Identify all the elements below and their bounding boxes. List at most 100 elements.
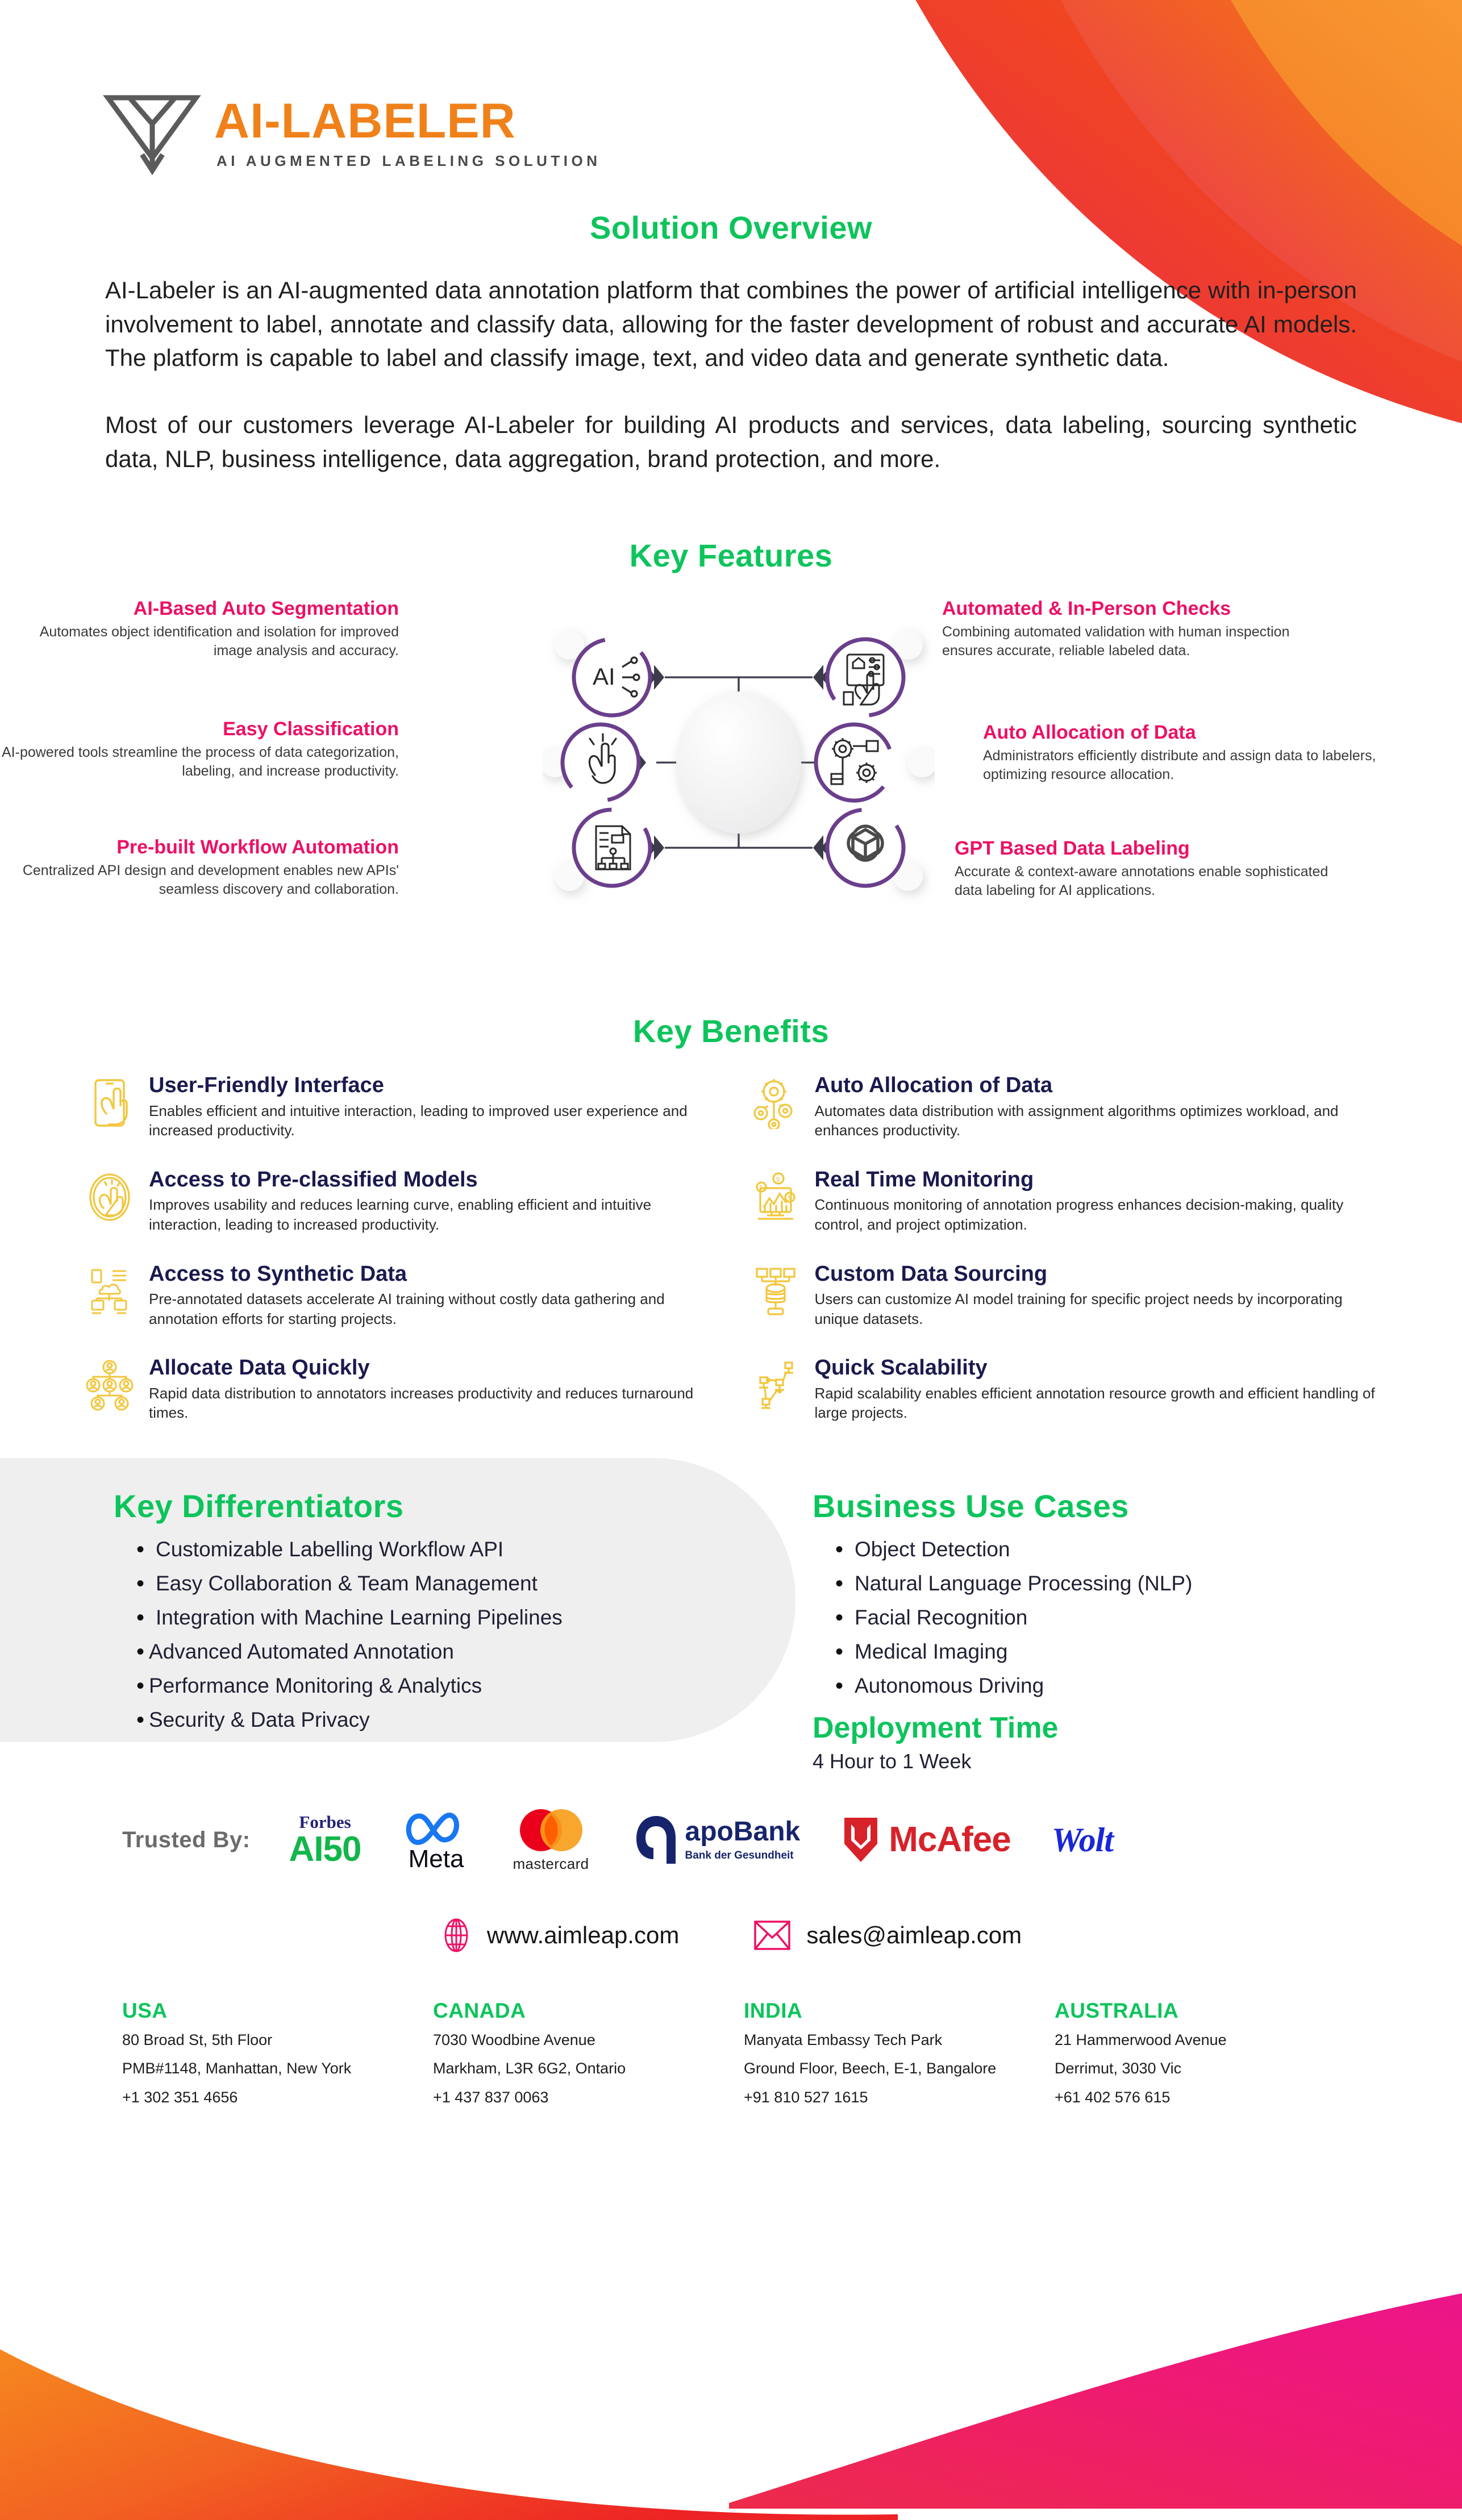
feature-gpt-based-data-labeling: GPT Based Data Labeling Accurate & conte… xyxy=(955,838,1352,900)
email-text: sales@aimleap.com xyxy=(806,1921,1022,1948)
country-name: USA xyxy=(122,1998,168,2022)
brand-tagline: AI AUGMENTED LABELING SOLUTION xyxy=(216,152,601,169)
feature-title: Easy Classification xyxy=(223,718,399,740)
globe-icon xyxy=(444,1918,468,1952)
cloud-data-icon xyxy=(91,1269,127,1314)
list-item: Advanced Automated Annotation xyxy=(114,1634,761,1671)
address-phone: +1 437 837 0063 xyxy=(433,2088,549,2106)
benefit-allocate-data-quickly: Allocate Data Quickly Rapid data distrib… xyxy=(85,1356,717,1423)
key-features-heading: Key Features xyxy=(629,538,833,574)
benefit-user-friendly-interface: User-Friendly Interface Enables efficien… xyxy=(85,1073,717,1140)
address-phone: +61 402 576 615 xyxy=(1055,2088,1171,2106)
address-line-1: 80 Broad St, 5th Floor xyxy=(122,2031,273,2048)
website-text: www.aimleap.com xyxy=(486,1921,680,1948)
email-contact[interactable]: sales@aimleap.com xyxy=(753,1919,1022,1952)
address-usa: USA 80 Broad St, 5th Floor PMB#1148, Man… xyxy=(122,1999,433,2109)
thumbs-up-circle-icon xyxy=(89,1173,130,1221)
benefit-title: Real Time Monitoring xyxy=(814,1167,1034,1192)
address-line-1: 7030 Woodbine Avenue xyxy=(433,2031,595,2048)
brand-header: AI-LABELER AI AUGMENTED LABELING SOLUTIO… xyxy=(0,0,1462,176)
contact-row: www.aimleap.com sales@aimleap.com xyxy=(0,1873,1462,1953)
address-phone: +91 810 527 1615 xyxy=(744,2088,868,2106)
benefit-real-time-monitoring: $ $ $ Real Time Monitoring Continuous mo… xyxy=(751,1168,1383,1235)
address-line-1: Manyata Embassy Tech Park xyxy=(744,2031,943,2048)
benefit-description: Users can customize AI model training fo… xyxy=(814,1290,1343,1327)
benefit-description: Rapid data distribution to annotators in… xyxy=(149,1384,694,1422)
wolt-wordmark: Wolt xyxy=(1051,1821,1114,1859)
business-use-cases-block: Business Use Cases Object Detection Natu… xyxy=(761,1488,1386,1773)
business-use-cases-list: Object Detection Natural Language Proces… xyxy=(813,1531,1386,1705)
address-line-2: Derrimut, 3030 Vic xyxy=(1055,2060,1182,2077)
business-use-cases-heading: Business Use Cases xyxy=(813,1488,1129,1524)
mcafee-shield-icon xyxy=(844,1818,878,1863)
list-item: Natural Language Processing (NLP) xyxy=(813,1565,1386,1602)
mastercard-logo: mastercard xyxy=(511,1807,591,1873)
benefit-description: Rapid scalability enables efficient anno… xyxy=(814,1384,1375,1422)
benefit-description: Improves usability and reduces learning … xyxy=(149,1196,652,1233)
solution-overview-heading: Solution Overview xyxy=(589,210,873,245)
bottom-left-decoration xyxy=(0,2349,898,2520)
benefit-title: User-Friendly Interface xyxy=(149,1073,384,1098)
key-benefits-grid: User-Friendly Interface Enables efficien… xyxy=(0,1049,1462,1423)
mastercard-circles-icon xyxy=(519,1809,582,1851)
benefit-description: Enables efficient and intuitive interact… xyxy=(149,1102,688,1139)
benefit-custom-data-sourcing: Custom Data Sourcing Users can customize… xyxy=(751,1262,1383,1329)
address-line-1: 21 Hammerwood Avenue xyxy=(1055,2031,1227,2048)
feature-pre-built-workflow-automation: Pre-built Workflow Automation Centralize… xyxy=(1,836,399,899)
apobank-wordmark: apoBank xyxy=(685,1816,801,1847)
country-name: INDIA xyxy=(744,1998,803,2022)
meta-logo: Meta xyxy=(402,1808,470,1872)
address-canada: CANADA 7030 Woodbine Avenue Markham, L3R… xyxy=(433,1999,744,2109)
feature-description: Automates object identification and isol… xyxy=(39,624,399,659)
list-item: Integration with Machine Learning Pipeli… xyxy=(114,1600,761,1636)
apobank-logo: apoBank Bank der Gesundheit xyxy=(632,1813,801,1867)
benefit-auto-allocation-of-data: Auto Allocation of Data Automates data d… xyxy=(751,1073,1383,1140)
gear-nodes-icon xyxy=(753,1079,793,1130)
website-contact[interactable]: www.aimleap.com xyxy=(440,1917,679,1953)
feature-title: Automated & In-Person Checks xyxy=(942,598,1231,620)
key-features-diagram: AI-Based Auto Segmentation Automates obj… xyxy=(0,598,1462,973)
key-benefits-heading: Key Benefits xyxy=(632,1013,830,1049)
country-name: AUSTRALIA xyxy=(1055,1998,1179,2022)
benefit-access-to-pre-classified-models: Access to Pre-classified Models Improves… xyxy=(85,1168,717,1235)
address-phone: +1 302 351 4656 xyxy=(122,2088,238,2106)
list-item: Easy Collaboration & Team Management xyxy=(114,1565,761,1602)
meta-wordmark: Meta xyxy=(408,1845,464,1873)
feature-description: Administrators efficiently distribute an… xyxy=(983,748,1376,783)
key-differentiators-heading: Key Differentiators xyxy=(114,1488,404,1524)
feature-description: Accurate & context-aware annotations ena… xyxy=(955,864,1328,899)
feature-title: AI-Based Auto Segmentation xyxy=(133,598,399,620)
list-item: Security & Data Privacy xyxy=(114,1702,761,1739)
list-item: Object Detection xyxy=(813,1531,1386,1568)
mastercard-wordmark: mastercard xyxy=(513,1855,589,1872)
envelope-icon xyxy=(754,1920,791,1950)
data-stack-icon xyxy=(755,1267,795,1315)
country-name: CANADA xyxy=(433,1998,526,2022)
feature-title: Pre-built Workflow Automation xyxy=(116,836,399,859)
key-differentiators-block: Key Differentiators Customizable Labelli… xyxy=(0,1488,761,1773)
brand-name: AI-LABELER xyxy=(214,94,516,149)
list-item: Autonomous Driving xyxy=(813,1668,1386,1705)
office-addresses: USA 80 Broad St, 5th Floor PMB#1148, Man… xyxy=(0,1953,1462,2109)
feature-title: Auto Allocation of Data xyxy=(983,722,1196,744)
overview-paragraph-1: AI-Labeler is an AI-augmented data annot… xyxy=(105,277,1357,372)
scaling-nodes-icon xyxy=(759,1361,793,1409)
feature-hub-diagram: AI xyxy=(543,630,935,892)
apobank-mark-icon xyxy=(636,1816,676,1864)
feature-ai-based-auto-segmentation: AI-Based Auto Segmentation Automates obj… xyxy=(1,598,399,660)
deployment-time-value: 4 Hour to 1 Week xyxy=(813,1749,972,1773)
svg-text:AI: AI xyxy=(593,663,615,690)
feature-automated-in-person-checks: Automated & In-Person Checks Combining a… xyxy=(942,598,1340,660)
benefit-description: Pre-annotated datasets accelerate AI tra… xyxy=(149,1290,665,1327)
deployment-time-heading: Deployment Time xyxy=(813,1711,1059,1744)
meta-infinity-icon xyxy=(406,1813,459,1846)
address-australia: AUSTRALIA 21 Hammerwood Avenue Derrimut,… xyxy=(1055,1999,1365,2109)
benefit-description: Automates data distribution with assignm… xyxy=(814,1102,1339,1139)
address-line-2: PMB#1148, Manhattan, New York xyxy=(122,2060,352,2077)
wolt-logo: Wolt xyxy=(1051,1821,1114,1859)
benefit-title: Quick Scalability xyxy=(814,1356,988,1380)
benefit-description: Continuous monitoring of annotation prog… xyxy=(814,1196,1344,1233)
forbes-ai50-logo: Forbes AI50 xyxy=(289,1813,362,1867)
mcafee-logo: McAfee xyxy=(841,1814,1011,1865)
overview-paragraph-2: Most of our customers leverage AI-Labele… xyxy=(105,411,1357,472)
